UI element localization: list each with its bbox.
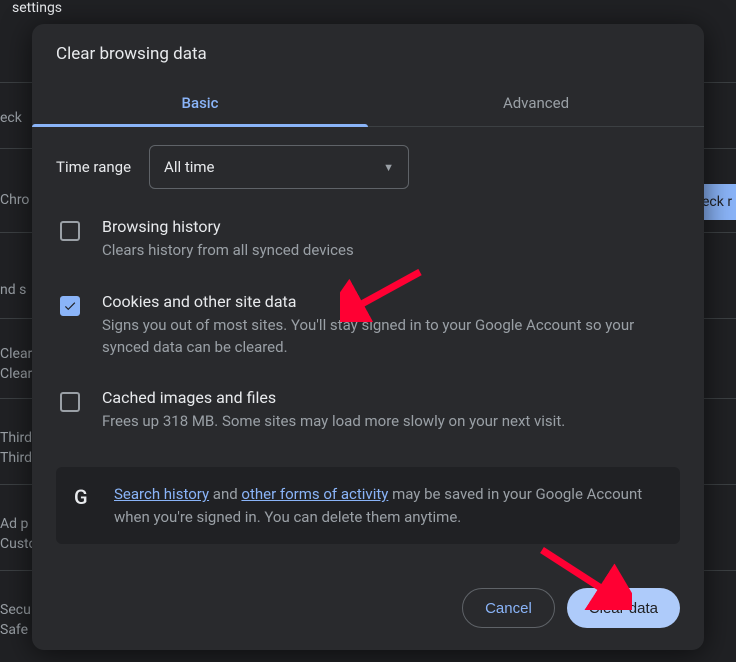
cancel-button[interactable]: Cancel <box>462 588 555 628</box>
time-range-row: Time range All time ▼ <box>56 145 680 189</box>
checkbox-cache[interactable] <box>60 392 80 412</box>
time-range-value: All time <box>164 158 214 176</box>
bg-text: Third <box>0 430 32 446</box>
option-cache: Cached images and files Frees up 318 MB.… <box>56 388 680 463</box>
chevron-down-icon: ▼ <box>383 161 394 174</box>
option-title: Cached images and files <box>102 388 565 407</box>
option-desc: Clears history from all synced devices <box>102 240 354 262</box>
link-search-history[interactable]: Search history <box>114 485 209 503</box>
tab-advanced[interactable]: Advanced <box>368 82 704 126</box>
option-desc: Frees up 318 MB. Some sites may load mor… <box>102 411 565 433</box>
option-title: Cookies and other site data <box>102 292 680 311</box>
option-cookies: Cookies and other site data Signs you ou… <box>56 292 680 389</box>
clear-browsing-data-dialog: Clear browsing data Basic Advanced Time … <box>32 24 704 650</box>
bg-text: eck <box>0 110 22 126</box>
dialog-footer: Cancel Clear data <box>32 568 704 650</box>
time-range-select[interactable]: All time ▼ <box>149 145 409 189</box>
google-icon: G <box>74 485 96 507</box>
checkbox-browsing-history[interactable] <box>60 221 80 241</box>
bg-text: Secu <box>0 602 31 618</box>
option-title: Browsing history <box>102 217 354 236</box>
tab-basic[interactable]: Basic <box>32 82 368 126</box>
bg-text: settings <box>12 0 62 16</box>
option-browsing-history: Browsing history Clears history from all… <box>56 217 680 292</box>
clear-data-button[interactable]: Clear data <box>567 588 680 628</box>
option-desc: Signs you out of most sites. You'll stay… <box>102 315 680 359</box>
link-other-activity[interactable]: other forms of activity <box>241 485 388 503</box>
dialog-tabs: Basic Advanced <box>32 82 704 127</box>
google-account-info: G Search history and other forms of acti… <box>56 467 680 544</box>
bg-text: nd s <box>0 282 26 298</box>
checkbox-cookies[interactable] <box>60 296 80 316</box>
bg-text: Clear <box>0 366 32 382</box>
info-text: Search history and other forms of activi… <box>114 483 662 528</box>
bg-text: Chro <box>0 192 29 208</box>
bg-text: Clear <box>0 346 32 362</box>
bg-text: Custo <box>0 536 36 552</box>
time-range-label: Time range <box>56 158 131 176</box>
bg-text: Safe <box>0 622 28 638</box>
bg-text: Third <box>0 450 32 466</box>
bg-text: Ad p <box>0 516 28 532</box>
dialog-title: Clear browsing data <box>32 24 704 74</box>
